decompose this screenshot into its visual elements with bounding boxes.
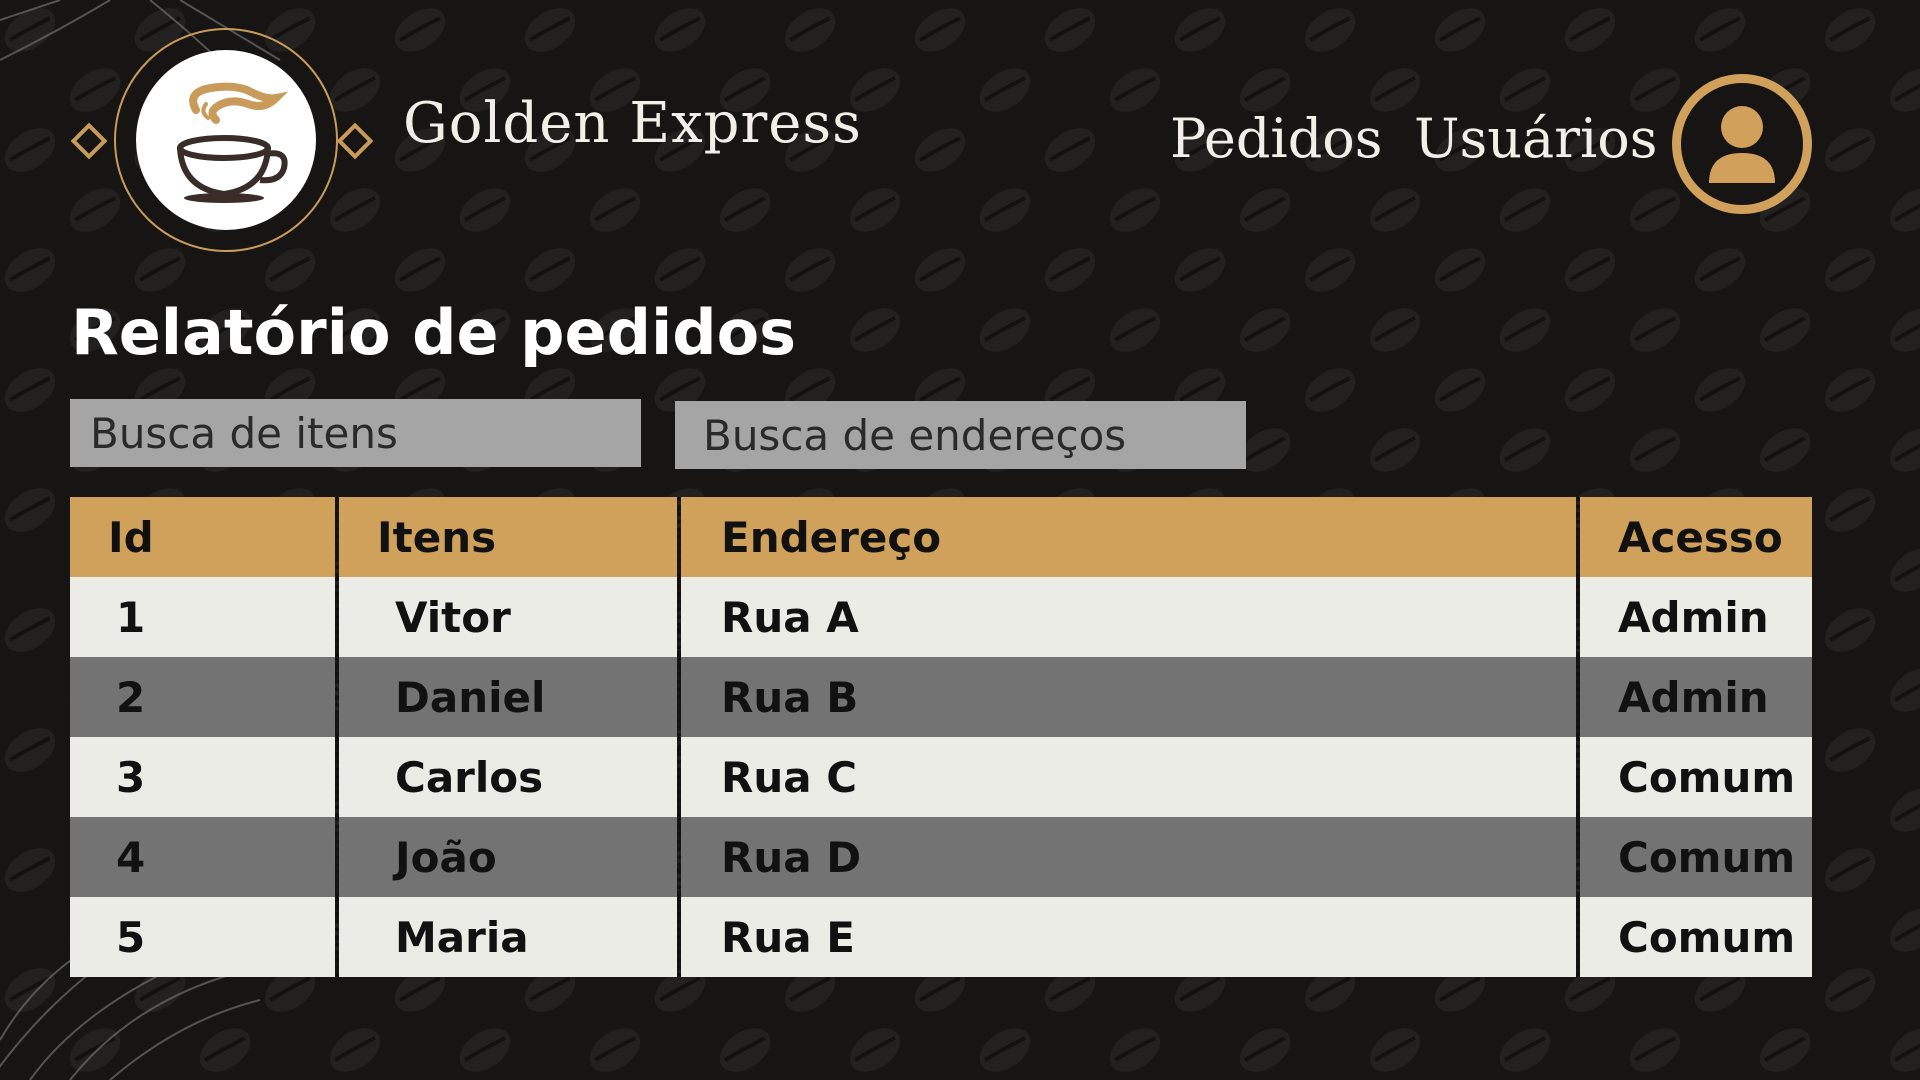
- search-address-placeholder: Busca de endereços: [703, 410, 1127, 460]
- orders-table: Id Itens Endereço Acesso 1 Vitor Rua A A…: [70, 497, 1812, 977]
- page-title: Relatório de pedidos: [71, 296, 797, 369]
- table-header-row: Id Itens Endereço Acesso: [70, 497, 1812, 577]
- cell-id: 1: [116, 592, 146, 642]
- table-row[interactable]: 2 Daniel Rua B Admin: [70, 657, 1812, 737]
- cell-access: Comum: [1576, 897, 1812, 977]
- cell-access: Admin: [1576, 577, 1812, 657]
- table-row[interactable]: 1 Vitor Rua A Admin: [70, 577, 1812, 657]
- user-account-button[interactable]: [1672, 74, 1812, 214]
- user-avatar-icon: [1709, 106, 1775, 183]
- cell-address: Rua A: [677, 577, 1578, 657]
- cell-address: Rua E: [677, 897, 1578, 977]
- cell-id: 2: [116, 672, 146, 722]
- cell-access: Comum: [1576, 817, 1812, 897]
- cell-address: Rua D: [677, 817, 1578, 897]
- column-header-items[interactable]: Itens: [335, 497, 679, 577]
- cell-item: Vitor: [335, 577, 679, 657]
- cell-id: 4: [116, 832, 146, 882]
- cell-id: 3: [116, 752, 146, 802]
- search-address-input[interactable]: Busca de endereços: [675, 401, 1246, 469]
- brand-logo: [70, 28, 374, 258]
- cell-item: Maria: [335, 897, 679, 977]
- nav-link-pedidos[interactable]: Pedidos: [1170, 112, 1383, 166]
- table-row[interactable]: 4 João Rua D Comum: [70, 817, 1812, 897]
- column-header-access[interactable]: Acesso: [1576, 497, 1812, 577]
- search-items-placeholder: Busca de itens: [90, 408, 398, 458]
- brand-name: Golden Express: [403, 91, 862, 156]
- cell-item: Carlos: [335, 737, 679, 817]
- cell-item: Daniel: [335, 657, 679, 737]
- coffee-cup-icon: [177, 82, 289, 203]
- nav-link-usuarios[interactable]: Usuários: [1414, 112, 1658, 166]
- cell-address: Rua C: [677, 737, 1578, 817]
- cell-access: Admin: [1576, 657, 1812, 737]
- table-row[interactable]: 5 Maria Rua E Comum: [70, 897, 1812, 977]
- logo-disc: [136, 50, 316, 230]
- table-row[interactable]: 3 Carlos Rua C Comum: [70, 737, 1812, 817]
- search-items-input[interactable]: Busca de itens: [70, 399, 641, 467]
- column-header-id[interactable]: Id: [70, 497, 337, 577]
- cell-id: 5: [116, 912, 146, 962]
- cell-access: Comum: [1576, 737, 1812, 817]
- diamond-icon: [70, 122, 108, 160]
- cell-address: Rua B: [677, 657, 1578, 737]
- cell-item: João: [335, 817, 679, 897]
- column-header-address[interactable]: Endereço: [677, 497, 1578, 577]
